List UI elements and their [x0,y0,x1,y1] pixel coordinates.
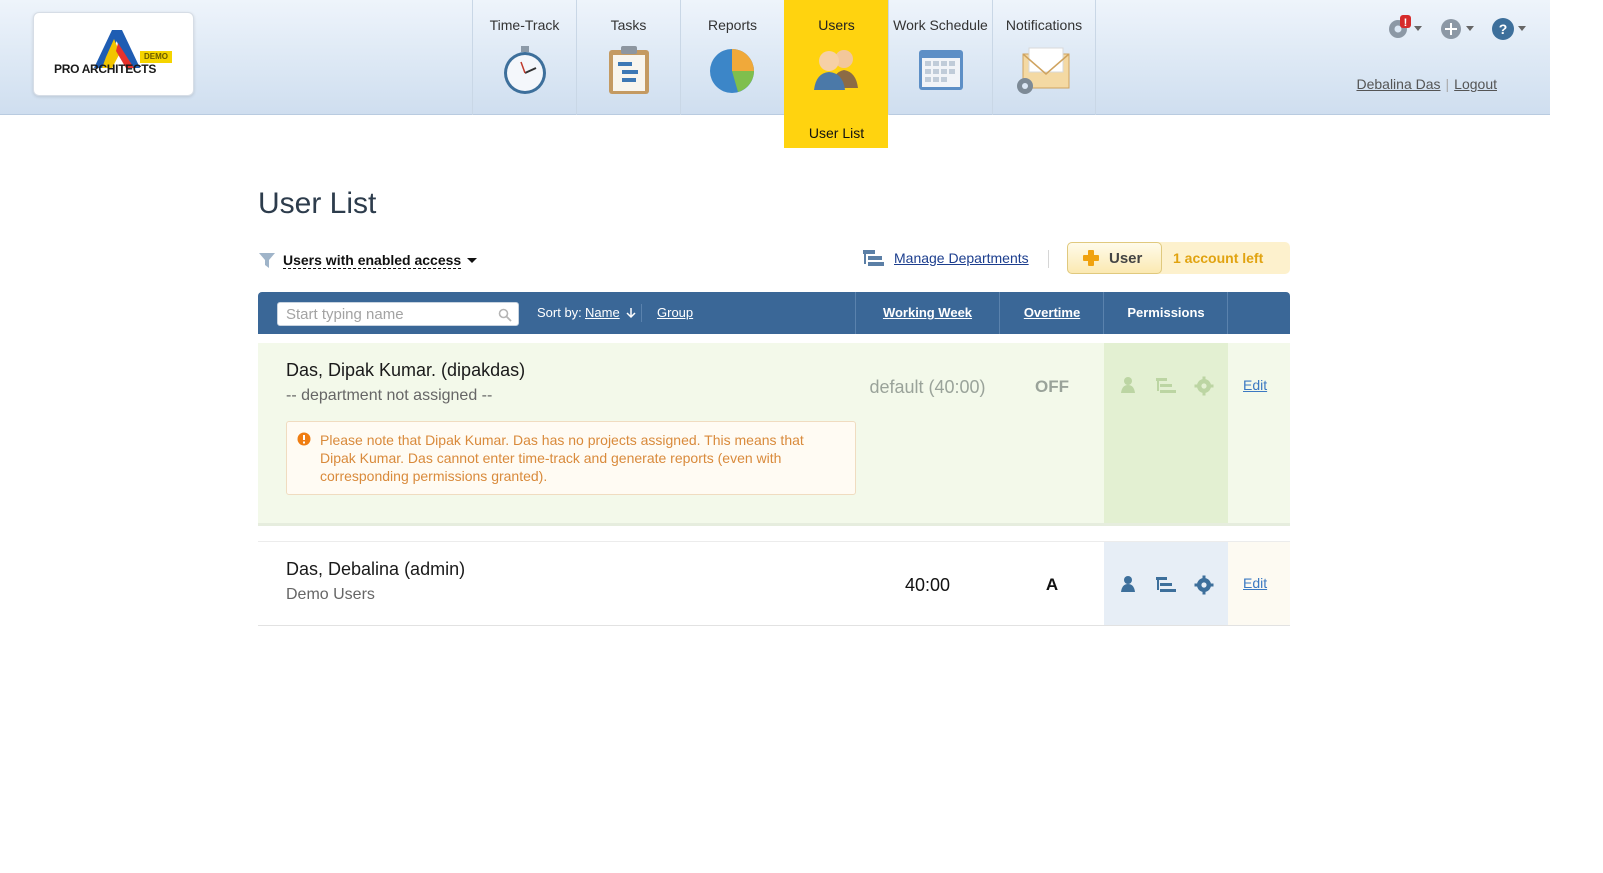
col-permissions: Permissions [1127,305,1205,320]
add-user-group: User 1 account left [1067,242,1290,274]
warning-text: Please note that Dipak Kumar. Das has no… [320,432,804,484]
edit-cell: Edit [1228,343,1290,523]
nav-time-track[interactable]: Time-Track [472,0,576,115]
divider [641,304,642,322]
settings-permission-icon[interactable] [1194,575,1214,595]
accounts-left-text: 1 account left [1173,250,1264,266]
logout-link[interactable]: Logout [1454,76,1497,92]
access-filter-dropdown[interactable]: Users with enabled access [258,251,478,269]
filter-label: Users with enabled access [283,251,462,269]
stopwatch-icon [503,46,546,94]
nav-label: Work Schedule [893,17,988,33]
company-logo[interactable]: PRO ARCHITECTS DEMO [33,12,194,96]
sort-by-group[interactable]: Group [657,305,693,320]
clipboard-icon [608,46,649,94]
add-menu[interactable] [1438,14,1474,42]
chevron-down-icon [1414,26,1422,31]
nav-work-schedule[interactable]: Work Schedule [888,0,992,115]
svg-text:?: ? [1499,21,1508,37]
chevron-down-icon [1466,26,1474,31]
table-row: Das, Dipak Kumar. (dipakdas) -- departme… [258,343,1290,526]
add-user-label: User [1109,249,1143,267]
user-table-header: Sort by: Name Group Working Week Overtim… [258,292,1290,334]
nav-label: Tasks [610,17,647,33]
nav-label: Reports [707,17,758,33]
pie-chart-icon [709,49,754,93]
chevron-down-icon [467,257,478,263]
col-overtime[interactable]: Overtime [1000,305,1104,320]
user-name: Das, Debalina (admin) [286,559,466,579]
add-user-button[interactable]: User [1067,242,1162,274]
departments-icon [863,250,884,266]
nav-users[interactable]: Users User List [784,0,888,148]
current-user-link[interactable]: Debalina Das [1356,76,1440,92]
settings-alerts-menu[interactable]: ! [1386,14,1422,42]
help-menu[interactable]: ? [1490,14,1526,42]
users-icon [813,50,858,90]
gear-alert-icon: ! [1389,15,1411,38]
search-icon[interactable] [498,308,512,322]
user-links: Debalina Das | Logout [1356,76,1497,92]
tasks-permission-icon[interactable] [1155,576,1177,594]
user-permission-icon[interactable] [1119,376,1137,394]
nav-notifications[interactable]: Notifications [992,0,1096,115]
page-title: User List [258,187,377,220]
search-input[interactable] [278,303,488,325]
edit-cell: Edit [1228,542,1290,625]
sort-arrow-down-icon [626,308,636,319]
app-header: PRO ARCHITECTS DEMO Time-Track Tasks Rep… [0,0,1550,148]
warning-icon [297,432,311,446]
envelope-icon [1017,47,1070,94]
manage-departments[interactable]: Manage Departments [862,249,1029,267]
tasks-permission-icon[interactable] [1155,377,1177,395]
nav-reports[interactable]: Reports [680,0,784,115]
nav-label: Users [818,17,855,33]
name-search [277,302,519,326]
edit-link[interactable]: Edit [1243,377,1267,393]
permissions-cell [1104,542,1228,625]
overtime-value: A [1045,575,1059,594]
chevron-down-icon [1518,26,1526,31]
divider: | [1445,76,1450,92]
sort-by-label: Sort by: [537,305,582,320]
user-name: Das, Dipak Kumar. (dipakdas) [286,360,526,380]
manage-departments-link[interactable]: Manage Departments [894,250,1029,266]
nav-label: Time-Track [489,17,560,33]
sort-by-name[interactable]: Name [585,305,620,320]
plus-circle-icon [1441,19,1461,39]
overtime-value: OFF [1035,377,1069,396]
help-icon: ? [1492,18,1514,40]
user-department: Demo Users [286,586,375,603]
working-week-value: default (40:00) [869,377,986,397]
user-department: -- department not assigned -- [286,387,493,404]
nav-sub-user-list[interactable]: User List [785,125,888,141]
table-row: Das, Debalina (admin) Demo Users 40:00 A… [258,541,1290,626]
working-week-value: 40:00 [904,575,951,595]
divider [1227,292,1228,334]
col-working-week[interactable]: Working Week [855,305,1000,320]
filter-icon [259,253,275,268]
plus-icon [1083,250,1099,266]
nav-tasks[interactable]: Tasks [576,0,680,115]
nav-label: Notifications [1005,17,1083,33]
divider [1048,250,1049,268]
svg-text:!: ! [1404,17,1408,29]
logo-text: PRO ARCHITECTS [54,62,157,76]
settings-permission-icon[interactable] [1194,376,1214,396]
calendar-icon [918,50,963,90]
no-projects-warning: Please note that Dipak Kumar. Das has no… [286,421,856,495]
user-permission-icon[interactable] [1119,575,1137,593]
permissions-cell [1104,343,1228,523]
demo-badge: DEMO [140,51,172,63]
edit-link[interactable]: Edit [1243,575,1267,591]
